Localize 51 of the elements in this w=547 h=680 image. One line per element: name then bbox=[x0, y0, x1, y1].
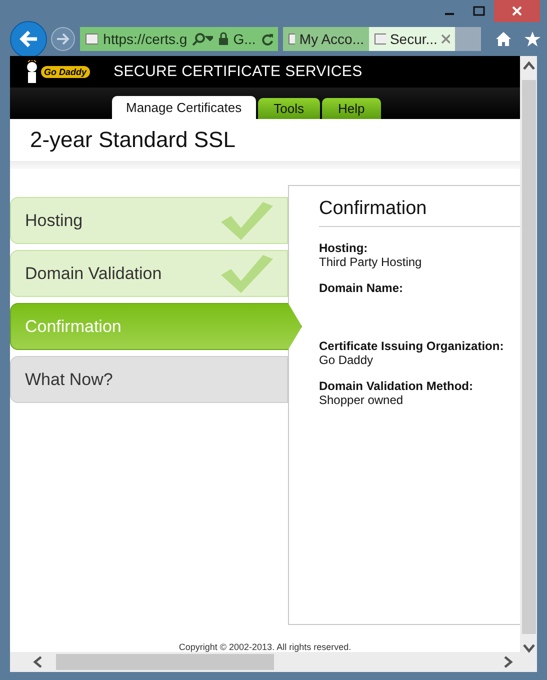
field-value: Shopper owned bbox=[319, 393, 404, 407]
search-icon[interactable] bbox=[192, 32, 213, 46]
scroll-down-icon[interactable] bbox=[522, 642, 534, 654]
lock-icon bbox=[218, 32, 228, 46]
scroll-right-icon[interactable] bbox=[502, 656, 514, 668]
mascot-icon bbox=[25, 60, 39, 84]
logo[interactable]: Go Daddy bbox=[41, 66, 90, 78]
field-value: Go Daddy bbox=[319, 353, 374, 367]
back-arrow-icon bbox=[18, 30, 38, 48]
field-label: Domain Name: bbox=[319, 281, 404, 295]
step-label: Hosting bbox=[25, 210, 83, 230]
forward-arrow-icon bbox=[56, 33, 70, 45]
step-label: Confirmation bbox=[25, 316, 122, 336]
field-value: Third Party Hosting bbox=[319, 255, 423, 269]
close-icon bbox=[511, 5, 523, 17]
nav-tab[interactable]: Help bbox=[322, 98, 381, 119]
maximize-icon bbox=[473, 6, 485, 16]
nav-tab[interactable]: Tools bbox=[258, 98, 320, 119]
close-tab-icon[interactable] bbox=[441, 34, 450, 44]
checkmark-icon bbox=[219, 200, 273, 242]
site-identity[interactable]: G... bbox=[233, 31, 256, 47]
scroll-up-icon[interactable] bbox=[522, 60, 534, 72]
field-label: Certificate Issuing Organization: bbox=[319, 339, 505, 353]
url-text: https://certs.g bbox=[103, 31, 188, 47]
page-title: 2-year Standard SSL bbox=[30, 127, 236, 153]
minimize-icon bbox=[444, 13, 454, 15]
checkmark-icon bbox=[219, 252, 273, 294]
step-label: What Now? bbox=[25, 370, 113, 390]
refresh-icon[interactable] bbox=[260, 32, 273, 46]
browser-tab[interactable]: Secur... bbox=[369, 27, 455, 51]
page-icon bbox=[288, 32, 296, 46]
browser-tab[interactable]: My Acco... bbox=[283, 27, 369, 51]
step-item[interactable]: Domain Validation bbox=[10, 250, 288, 297]
close-button[interactable] bbox=[494, 0, 540, 22]
back-button[interactable] bbox=[10, 20, 47, 58]
nav-tab[interactable]: Manage Certificates bbox=[112, 96, 256, 119]
page-icon bbox=[85, 32, 98, 46]
address-bar[interactable]: https://certs.g G... bbox=[80, 27, 278, 51]
forward-button[interactable] bbox=[51, 27, 75, 51]
field-label: Hosting: bbox=[319, 241, 369, 255]
field-label: Domain Validation Method: bbox=[319, 379, 474, 393]
page-icon bbox=[374, 32, 386, 46]
horizontal-scrollbar[interactable] bbox=[10, 652, 520, 672]
copyright-text: Copyright © 2002-2013. All rights reserved. bbox=[178, 642, 352, 652]
home-icon[interactable] bbox=[495, 31, 512, 47]
step-item[interactable]: What Now? bbox=[10, 356, 288, 403]
scroll-left-icon[interactable] bbox=[32, 656, 44, 668]
header-title: SECURE CERTIFICATE SERVICES bbox=[114, 63, 362, 80]
step-label: Domain Validation bbox=[25, 264, 162, 284]
step-item[interactable]: Hosting bbox=[10, 197, 288, 244]
star-icon[interactable] bbox=[524, 31, 541, 47]
